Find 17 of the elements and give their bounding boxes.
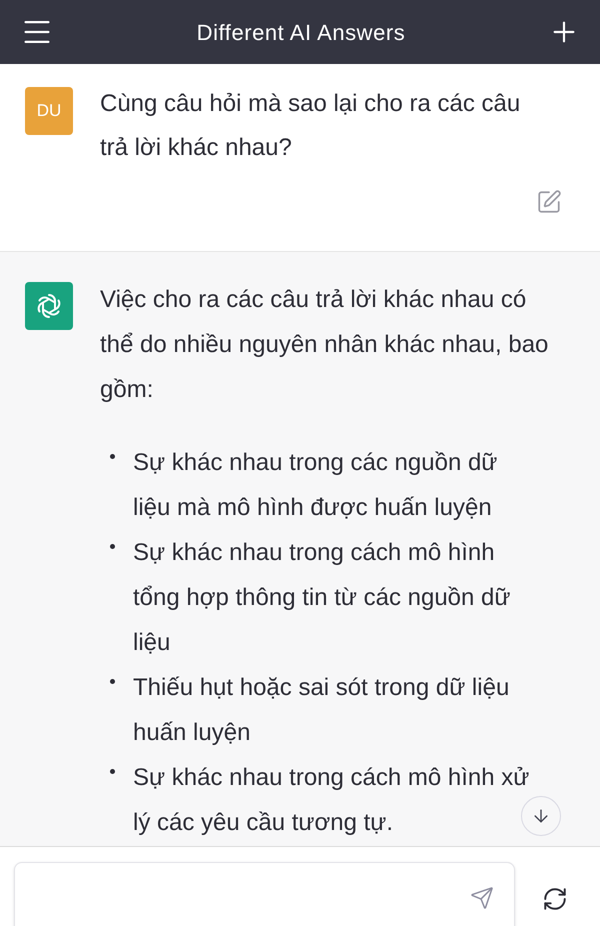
chat-title: Different AI Answers [196, 18, 406, 46]
bullet-icon [110, 679, 115, 684]
answer-intro: Việc cho ra các câu trả lời khác nhau có thể do nhiều nguyên nhân khác nhau, bao gồm: [100, 285, 550, 405]
scroll-down-button[interactable] [521, 796, 561, 836]
edit-icon[interactable] [536, 189, 562, 215]
answer-bullet: Sự khác nhau trong cách mô hình xử lý các yêu cầu tương tự. [133, 763, 530, 838]
bullet-icon [110, 769, 115, 774]
send-icon[interactable] [470, 886, 494, 910]
answer-bullet: Sự khác nhau trong các nguồn dữ liệu mà mô hình được huấn luyện [133, 448, 498, 523]
regenerate-icon[interactable] [542, 886, 568, 912]
answer-bullet: Sự khác nhau trong cách mô hình tổng hợp thông tin từ các nguồn dữ liệu [133, 538, 512, 658]
bullet-icon [110, 544, 115, 549]
message-input[interactable] [14, 862, 515, 926]
user-avatar: DU [25, 87, 73, 135]
answer-bullet: Thiếu hụt hoặc sai sót trong dữ liệu huấn luyện [133, 673, 510, 748]
user-message: Cùng câu hỏi mà sao lại cho ra các câu trả lời khác nhau? [100, 89, 522, 163]
bullet-icon [110, 454, 115, 459]
